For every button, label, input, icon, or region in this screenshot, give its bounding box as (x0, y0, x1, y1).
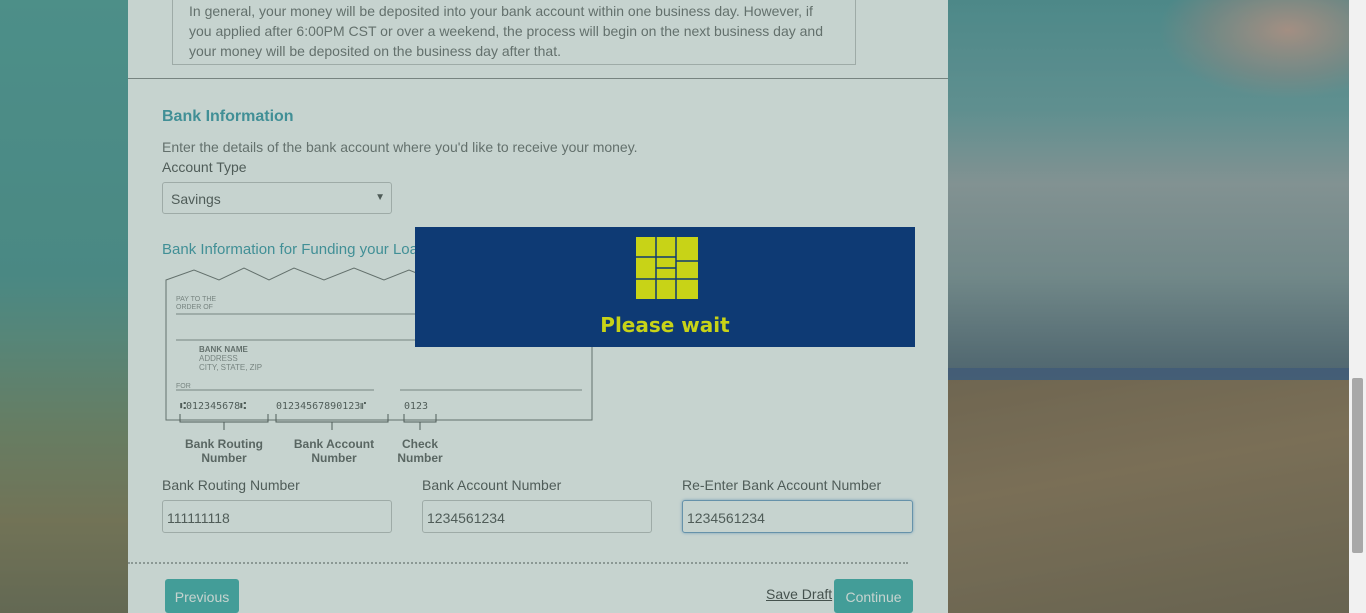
scrollbar-thumb[interactable] (1352, 378, 1363, 553)
page-scrollbar[interactable] (1349, 0, 1366, 613)
please-wait-dialog: Please wait (415, 227, 915, 347)
loading-logo-icon (636, 237, 698, 299)
please-wait-text: Please wait (600, 313, 730, 337)
